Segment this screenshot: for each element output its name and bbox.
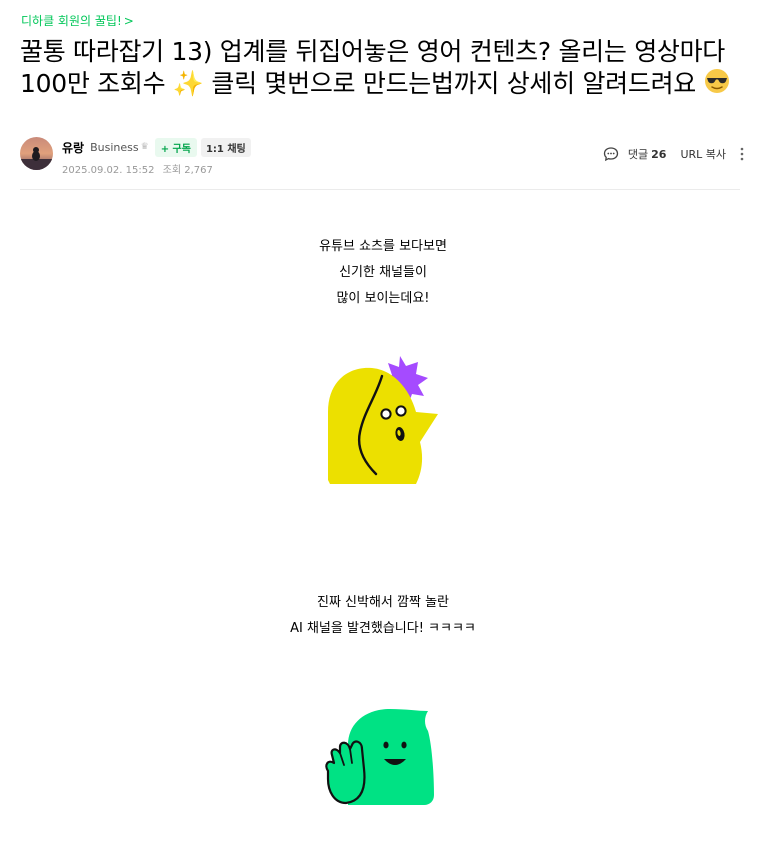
url-copy-button[interactable]: URL 복사 bbox=[680, 146, 726, 162]
green-waving-mascot-sticker bbox=[325, 709, 434, 805]
body-line: AI 채널을 발견했습니다! ㅋㅋㅋㅋ bbox=[290, 621, 476, 636]
header-divider bbox=[20, 189, 740, 190]
post-meta: 2025.09.02. 15:52 조회 2,767 bbox=[62, 161, 218, 176]
author-row: 유랑 Business ♛ + 구독 1:1 채팅 bbox=[62, 137, 251, 157]
post-title: 꿀통 따라잡기 13) 업계를 뒤집어놓은 영어 컨텐츠? 올리는 영상마다 1… bbox=[20, 36, 748, 102]
body-line: 진짜 신박해서 깜짝 놀란 bbox=[317, 595, 449, 610]
comments-label[interactable]: 댓글 bbox=[628, 146, 648, 162]
crown-icon: ♛ bbox=[140, 142, 149, 152]
view-count: 조회 2,767 bbox=[162, 165, 213, 176]
body-line: 신기한 채널들이 bbox=[339, 265, 427, 280]
author-name[interactable]: 유랑 bbox=[62, 139, 84, 156]
body-paragraph-2: 진짜 신박해서 깜짝 놀란 AI 채널을 발견했습니다! ㅋㅋㅋㅋ bbox=[0, 590, 766, 642]
body-paragraph-1: 유튜브 쇼츠를 보다보면 신기한 채널들이 많이 보이는데요! bbox=[0, 234, 766, 312]
subscribe-button[interactable]: + 구독 bbox=[154, 137, 197, 157]
more-options-icon[interactable] bbox=[740, 147, 744, 161]
comment-icon[interactable] bbox=[603, 146, 619, 162]
post-date: 2025.09.02. 15:52 bbox=[62, 165, 155, 176]
category-link[interactable]: 디하클 회원의 꿀팁! > bbox=[21, 12, 134, 29]
author-avatar[interactable] bbox=[20, 137, 53, 170]
chevron-right-icon: > bbox=[123, 14, 134, 28]
sunglasses-emoji-icon bbox=[704, 68, 730, 102]
body-line: 유튜브 쇼츠를 보다보면 bbox=[319, 239, 447, 254]
post-actions: 댓글 26 URL 복사 bbox=[603, 146, 744, 162]
comments-count[interactable]: 26 bbox=[651, 148, 666, 161]
yellow-surprised-mascot-sticker bbox=[328, 356, 438, 484]
chat-button[interactable]: 1:1 채팅 bbox=[200, 137, 251, 157]
category-label: 디하클 회원의 꿀팁! bbox=[21, 14, 122, 28]
author-grade-tag: Business bbox=[90, 140, 139, 154]
body-line: 많이 보이는데요! bbox=[336, 291, 430, 306]
post-title-text: 꿀통 따라잡기 13) 업계를 뒤집어놓은 영어 컨텐츠? 올리는 영상마다 1… bbox=[20, 37, 726, 98]
